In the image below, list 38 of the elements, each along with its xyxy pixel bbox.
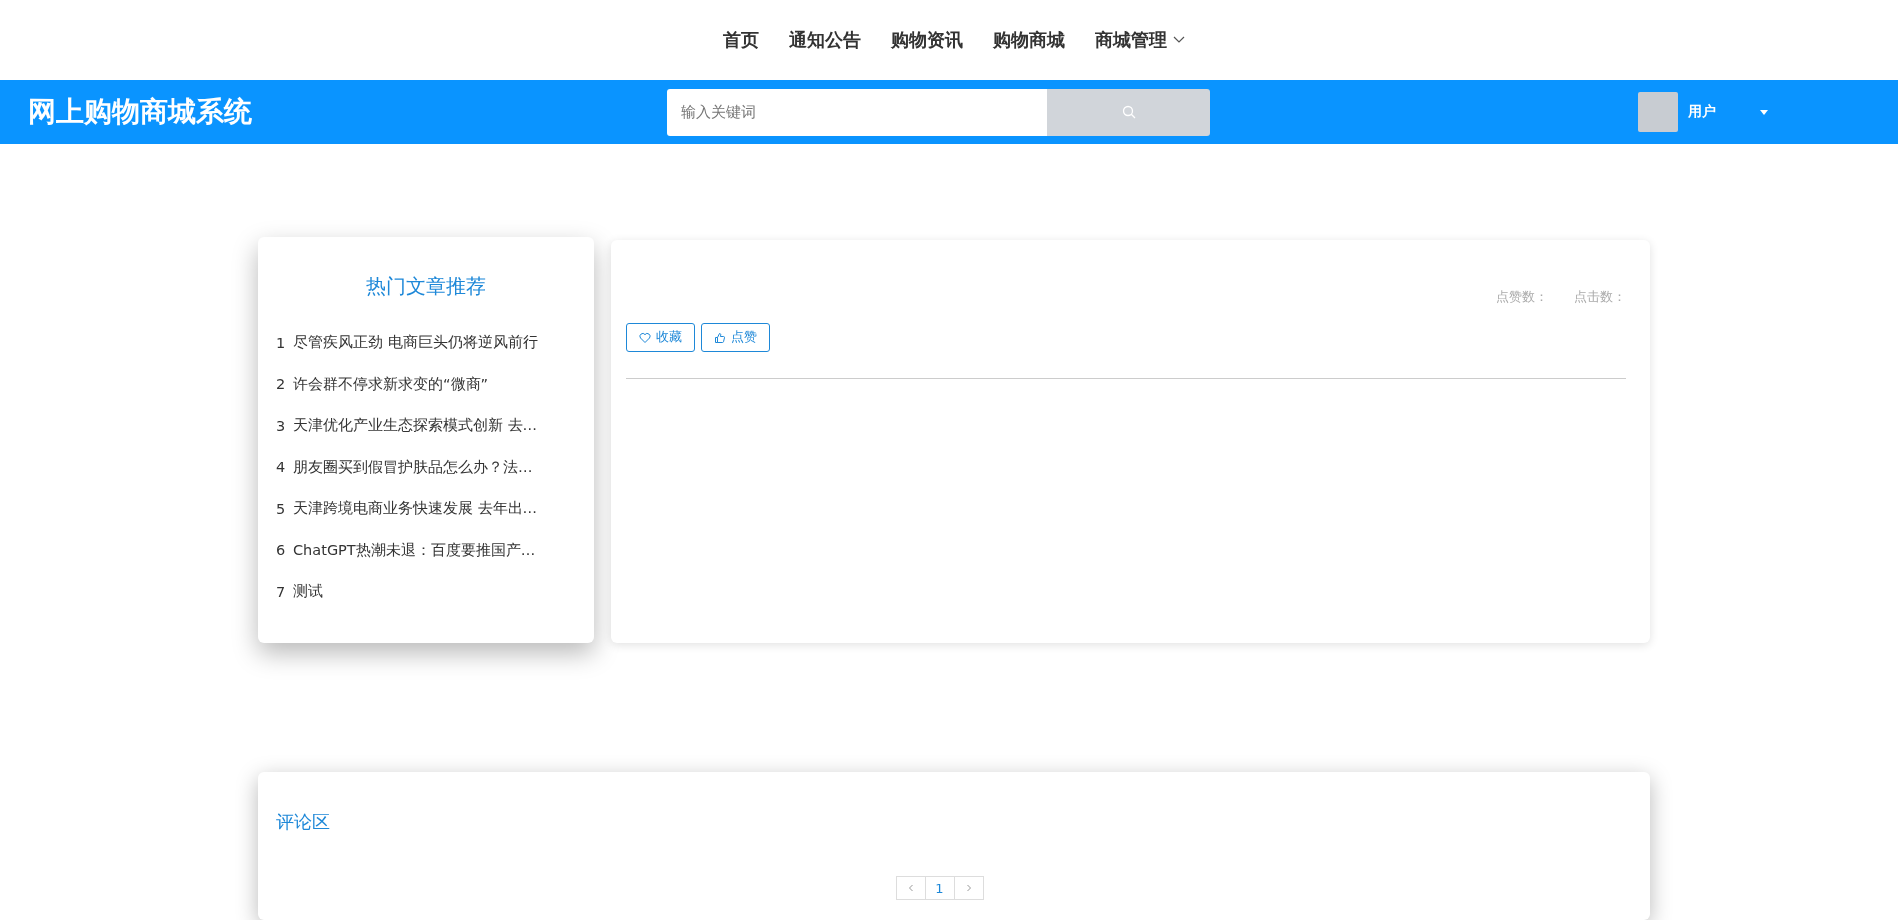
page-button[interactable]: 1: [924, 876, 955, 900]
rank-number: 2: [276, 376, 284, 393]
nav-link[interactable]: 购物商城: [993, 28, 1065, 52]
nav-link[interactable]: 购物资讯: [891, 28, 963, 52]
article-link[interactable]: 测试: [293, 582, 323, 602]
stat-label: 点击数：: [1574, 288, 1626, 306]
article-link[interactable]: 朋友圈买到假冒护肤品怎么办？法…: [293, 457, 533, 477]
article-link[interactable]: 天津优化产业生态探索模式创新 去…: [293, 416, 538, 436]
article-link[interactable]: 尽管疾风正劲 电商巨头仍将逆风前行: [293, 333, 538, 353]
site-logo: 网上购物商城系统: [28, 94, 253, 130]
action-button[interactable]: 点赞: [701, 323, 770, 352]
rank-number: 5: [276, 500, 284, 517]
next-page-button[interactable]: [953, 876, 984, 900]
chevron-left-icon: [907, 884, 914, 892]
rank-number: 6: [276, 542, 284, 559]
chevron-right-icon: [965, 884, 972, 892]
nav-link[interactable]: 商城管理: [1095, 28, 1185, 52]
search-icon: [1121, 105, 1136, 119]
action-button[interactable]: 收藏: [626, 323, 695, 352]
article-link[interactable]: ChatGPT热潮未退：百度要推国产…: [293, 540, 536, 560]
rank-number: 1: [276, 334, 284, 351]
nav-link[interactable]: 首页: [723, 28, 759, 52]
search-field[interactable]: 输入关键词: [667, 88, 1047, 136]
rank-number: 4: [276, 459, 284, 476]
caret-icon[interactable]: [1760, 109, 1768, 115]
prev-page-button[interactable]: [895, 876, 926, 900]
chevron-down-icon[interactable]: [1173, 36, 1185, 44]
rank-number: 7: [276, 583, 284, 600]
rank-number: 3: [276, 417, 284, 434]
section-title: 评论区: [276, 810, 331, 834]
nav-link[interactable]: 通知公告: [789, 28, 861, 52]
heart-icon: [639, 331, 651, 344]
search-button[interactable]: [1047, 88, 1210, 136]
article-link[interactable]: 天津跨境电商业务快速发展 去年出…: [293, 499, 538, 519]
card-title: 热门文章推荐: [365, 273, 487, 300]
stat-label: 点赞数：: [1496, 288, 1548, 306]
thumbs-up-icon: [714, 331, 726, 344]
article-link[interactable]: 许会群不停求新求变的“微商”: [293, 374, 489, 394]
